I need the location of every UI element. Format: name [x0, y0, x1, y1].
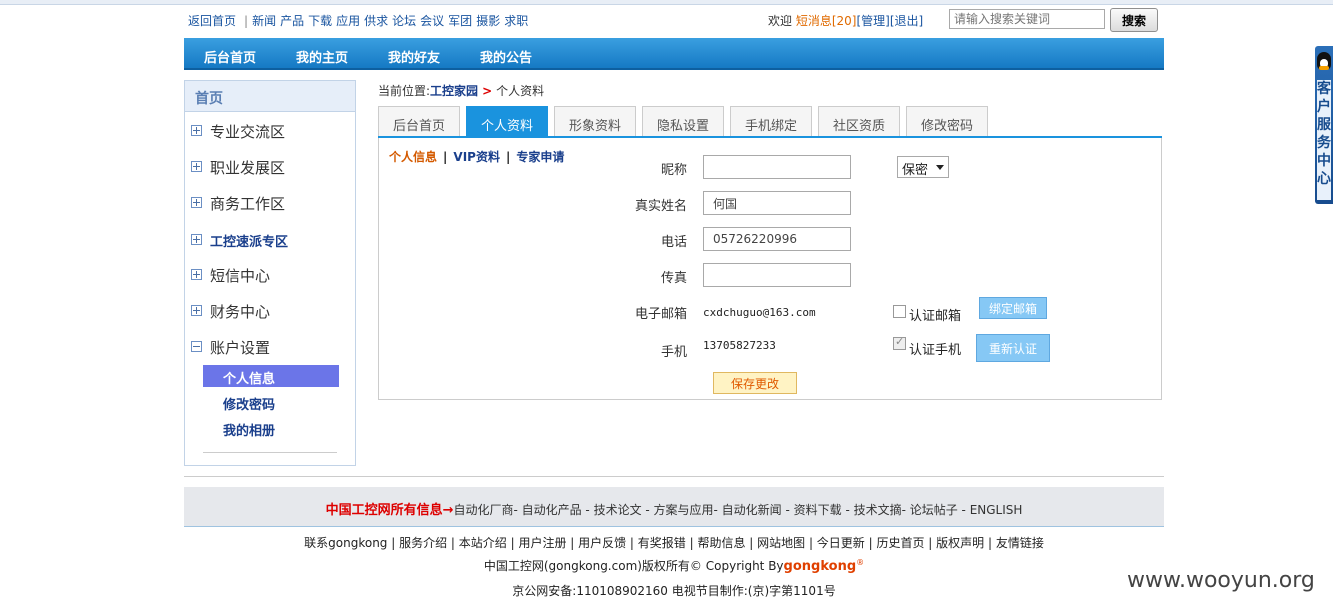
collapse-minus-icon [191, 341, 202, 352]
subnav-personal-info[interactable]: 个人信息 [389, 150, 437, 164]
breadcrumb: 当前位置:工控家园 > 个人资料 [378, 82, 544, 99]
manage-link[interactable]: [管理] [856, 14, 889, 28]
tab-image-profile[interactable]: 形象资料 [554, 106, 636, 136]
tab-bar: 后台首页 个人资料 形象资料 隐私设置 手机绑定 社区资质 修改密码 [378, 106, 1162, 138]
footer-lead: 中国工控网所有信息→ [325, 503, 454, 518]
main-nav: 后台首页 我的主页 我的好友 我的公告 [184, 38, 1164, 70]
sidebar-divider [203, 452, 337, 453]
expand-plus-icon [191, 234, 202, 245]
footer-category-links[interactable]: 自动化厂商- 自动化产品 - 技术论文 - 方案与应用- 自动化新闻 - 资料下… [453, 503, 1022, 517]
qq-penguin-icon [1317, 52, 1331, 70]
tab-change-password[interactable]: 修改密码 [906, 106, 988, 136]
top-link-download[interactable]: 下载 [308, 14, 332, 28]
customer-service-label: 客户服务中心 [1317, 80, 1331, 200]
top-link-forum[interactable]: 论坛 [392, 14, 416, 28]
nav-my-friends[interactable]: 我的好友 [388, 47, 440, 66]
sidebar-item-finance[interactable]: 财务中心 [191, 301, 270, 322]
sidebar-item-business[interactable]: 商务工作区 [191, 193, 285, 214]
sidebar-item-career[interactable]: 职业发展区 [191, 157, 285, 178]
top-bar: 返回首页 | 新闻 产品 下载 应用 供求 论坛 会议 军团 摄影 求职 欢迎 短消息[20][管理]… [184, 8, 1164, 34]
fax-input[interactable] [703, 263, 851, 287]
sub-nav: 个人信息 | VIP资料 | 专家申请 [389, 150, 565, 164]
reverify-button[interactable]: 重新认证 [976, 334, 1050, 362]
email-label: 电子邮箱 [634, 307, 687, 322]
sidebar-subitem-change-password[interactable]: 修改密码 [203, 391, 339, 413]
verify-email-label: 认证邮箱 [909, 309, 962, 324]
chevron-down-icon [936, 165, 944, 170]
tab-privacy[interactable]: 隐私设置 [642, 106, 724, 136]
nickname-label: 昵称 [660, 163, 687, 178]
top-links: 返回首页 | 新闻 产品 下载 应用 供求 论坛 会议 军团 摄影 求职 [188, 14, 529, 28]
gongkong-logo: gongkong [783, 559, 857, 574]
breadcrumb-prefix: 当前位置: [378, 84, 431, 98]
privacy-select-value: 保密 [902, 163, 929, 178]
breadcrumb-current: 个人资料 [496, 84, 545, 98]
sidebar-subitem-personal-info[interactable]: 个人信息 [203, 365, 339, 387]
sidebar-item-professional[interactable]: 专业交流区 [191, 121, 285, 142]
nickname-input[interactable] [703, 155, 851, 179]
bind-email-button[interactable]: 绑定邮箱 [979, 297, 1047, 319]
sidebar-subitem-my-album[interactable]: 我的相册 [203, 417, 339, 439]
sidebar-item-express[interactable]: 工控速派专区 [191, 231, 288, 250]
verify-mobile-label: 认证手机 [909, 343, 962, 358]
expand-plus-icon [191, 161, 202, 172]
footer-site-links[interactable]: 联系gongkong | 服务介绍 | 本站介绍 | 用户注册 | 用户反馈 |… [184, 534, 1164, 551]
tab-admin-home[interactable]: 后台首页 [378, 106, 460, 136]
browser-top-strip [0, 0, 1333, 5]
nav-my-notices[interactable]: 我的公告 [480, 47, 532, 66]
search-input[interactable] [949, 9, 1105, 29]
phone-input[interactable] [703, 227, 851, 251]
mobile-value: 13705827233 [703, 339, 776, 352]
nav-admin-home[interactable]: 后台首页 [204, 47, 256, 66]
top-link-news[interactable]: 新闻 [252, 14, 276, 28]
footer-copyright: 中国工控网(gongkong.com)版权所有© Copyright Bygon… [483, 558, 865, 574]
realname-input[interactable] [703, 191, 851, 215]
top-link-products[interactable]: 产品 [280, 14, 304, 28]
breadcrumb-home[interactable]: 工控家园 [430, 84, 478, 98]
sidebar-home[interactable]: 首页 [185, 81, 355, 112]
privacy-select[interactable]: 保密 [897, 156, 949, 178]
sidebar-item-sms[interactable]: 短信中心 [191, 265, 270, 286]
sidebar: 首页 专业交流区 职业发展区 商务工作区 工控速派专区 短信中心 财务中心 账户… [184, 80, 356, 466]
search-button[interactable]: 搜索 [1110, 8, 1158, 32]
realname-label: 真实姓名 [634, 199, 687, 214]
expand-plus-icon [191, 197, 202, 208]
tab-personal-profile[interactable]: 个人资料 [466, 106, 548, 136]
subnav-expert[interactable]: 专家申请 [516, 150, 564, 164]
fax-label: 传真 [660, 271, 687, 286]
verify-mobile-checkbox[interactable] [893, 335, 906, 350]
customer-service-widget[interactable]: 客户服务中心 [1315, 46, 1333, 204]
watermark-text: www.wooyun.org [1127, 568, 1315, 593]
top-link-meeting[interactable]: 会议 [420, 14, 444, 28]
top-link-legion[interactable]: 军团 [448, 14, 472, 28]
expand-plus-icon [191, 125, 202, 136]
logout-link[interactable]: [退出] [890, 14, 923, 28]
save-button[interactable]: 保存更改 [713, 372, 797, 394]
nav-my-homepage[interactable]: 我的主页 [296, 47, 348, 66]
top-link-photo[interactable]: 摄影 [476, 14, 500, 28]
footer-info-bar: 中国工控网所有信息→自动化厂商- 自动化产品 - 技术论文 - 方案与应用- 自… [184, 487, 1164, 527]
expand-plus-icon [191, 269, 202, 280]
phone-label: 电话 [660, 235, 687, 250]
top-link-supply[interactable]: 供求 [364, 14, 388, 28]
back-home-link[interactable]: 返回首页 [188, 14, 236, 28]
verify-email-checkbox[interactable] [893, 305, 906, 318]
top-link-apps[interactable]: 应用 [336, 14, 360, 28]
email-value: cxdchuguo@163.com [703, 306, 816, 319]
profile-panel: 个人信息|VIP资料|专家申请 昵称 保密 真实姓名 电话 传真 电子邮箱 cx… [378, 138, 1162, 400]
sidebar-item-account[interactable]: 账户设置 [191, 337, 270, 358]
expand-plus-icon [191, 305, 202, 316]
breadcrumb-arrow-icon: > [482, 84, 493, 98]
footer-divider [184, 476, 1164, 477]
messages-link[interactable]: 短消息[20] [796, 14, 857, 28]
user-area: 欢迎 短消息[20][管理][退出] [768, 12, 923, 29]
welcome-text: 欢迎 [768, 14, 793, 28]
tab-mobile-binding[interactable]: 手机绑定 [730, 106, 812, 136]
tab-community-qualification[interactable]: 社区资质 [818, 106, 900, 136]
footer-icp: 京公网安备:110108902160 电视节目制作:(京)字第1101号 [512, 584, 836, 598]
mobile-label: 手机 [660, 345, 687, 360]
subnav-vip[interactable]: VIP资料 [453, 150, 500, 164]
top-link-jobs[interactable]: 求职 [504, 14, 528, 28]
